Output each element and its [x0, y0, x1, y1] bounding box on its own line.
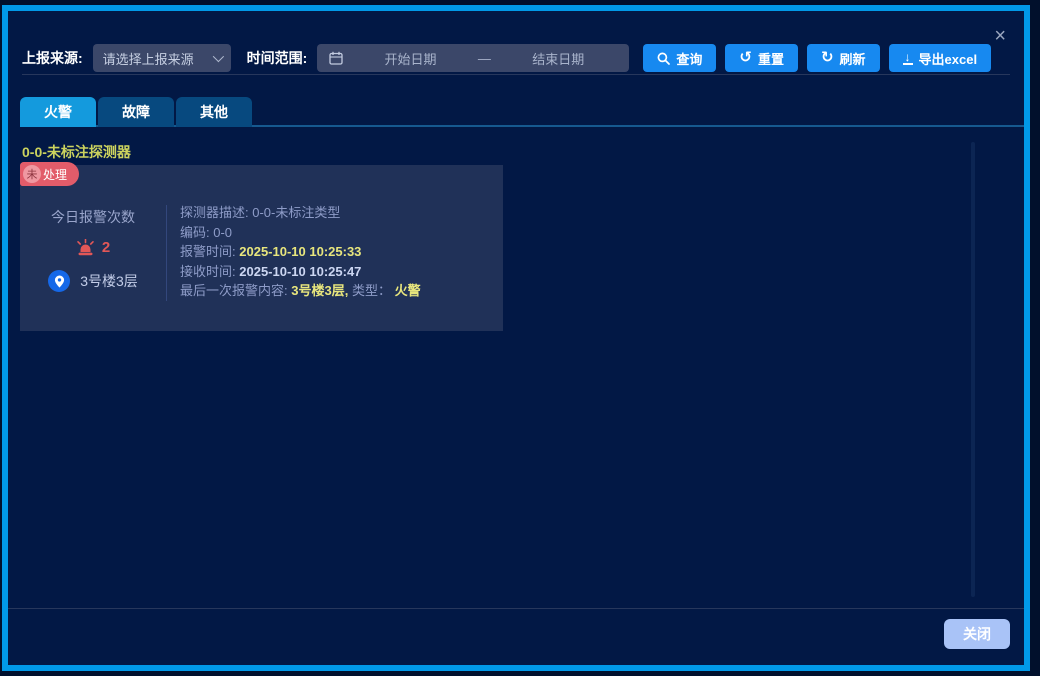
report-source-label: 上报来源:	[22, 48, 83, 68]
tab-fault[interactable]: 故障	[98, 97, 174, 127]
alarm-summary: 今日报警次数 2 3号楼3层	[20, 197, 166, 292]
export-excel-button-label: 导出excel	[919, 49, 978, 68]
date-range-separator: —	[470, 51, 500, 66]
scrollbar-track[interactable]	[971, 142, 975, 597]
detector-description-value: 0-0-未标注类型	[252, 205, 340, 220]
close-icon[interactable]: ×	[994, 28, 1006, 44]
location-text: 3号楼3层	[80, 271, 138, 291]
tab-other[interactable]: 其他	[176, 97, 252, 127]
card-divider	[166, 205, 167, 301]
siren-alarm-icon	[76, 239, 95, 256]
footer-divider	[8, 608, 1024, 609]
refresh-icon: ↻	[821, 51, 834, 65]
refresh-button-label: 刷新	[840, 49, 866, 68]
alarm-time-value: 2025-10-10 10:25:33	[239, 244, 361, 259]
detail-row-receive-time: 接收时间: 2025-10-10 10:25:47	[180, 262, 421, 282]
search-icon	[657, 52, 670, 65]
end-date-placeholder[interactable]: 结束日期	[499, 49, 617, 68]
time-range-label: 时间范围:	[247, 48, 308, 68]
detail-row-last-content: 最后一次报警内容: 3号楼3层, 类型： 火警	[180, 281, 421, 301]
detail-row-alarm-time: 报警时间: 2025-10-10 10:25:33	[180, 242, 421, 262]
close-button[interactable]: 关闭	[944, 619, 1010, 649]
alarm-details: 探测器描述: 0-0-未标注类型 编码: 0-0 报警时间: 2025-10-1…	[180, 203, 421, 301]
alarm-card[interactable]: 未 处理 今日报警次数 2	[20, 165, 503, 331]
location-pin-icon	[48, 270, 70, 292]
reset-button-label: 重置	[758, 49, 784, 68]
status-badge-circle: 未	[23, 165, 41, 183]
report-source-select[interactable]: 请选择上报来源	[93, 44, 231, 72]
status-badge-label: 处理	[43, 166, 67, 183]
today-count-label: 今日报警次数	[51, 207, 135, 227]
detector-title: 0-0-未标注探测器	[22, 142, 131, 162]
tab-fire-alarm[interactable]: 火警	[20, 97, 96, 127]
download-icon: ↓	[903, 52, 913, 65]
date-range-input[interactable]: 开始日期 — 结束日期	[317, 44, 629, 72]
header-divider	[22, 74, 1010, 75]
refresh-button[interactable]: ↻ 刷新	[807, 44, 880, 72]
last-alarm-location-value: 3号楼3层,	[291, 283, 348, 298]
chevron-down-icon	[212, 51, 223, 62]
query-button-label: 查询	[676, 49, 702, 68]
alarm-dialog: × 上报来源: 请选择上报来源 时间范围: 开始日期 — 结束日期	[2, 5, 1030, 671]
report-source-placeholder: 请选择上报来源	[103, 49, 207, 68]
alarm-type-tabs: 火警 故障 其他	[20, 97, 1024, 127]
detector-code-value: 0-0	[213, 225, 232, 240]
status-badge: 未 处理	[20, 162, 79, 186]
query-button[interactable]: 查询	[643, 44, 716, 72]
calendar-icon	[329, 51, 343, 65]
detail-row-code: 编码: 0-0	[180, 223, 421, 243]
reset-button[interactable]: ↺ 重置	[725, 44, 798, 72]
detail-row-description: 探测器描述: 0-0-未标注类型	[180, 203, 421, 223]
receive-time-value: 2025-10-10 10:25:47	[239, 264, 361, 279]
filter-bar: 上报来源: 请选择上报来源 时间范围: 开始日期 — 结束日期	[22, 44, 1010, 72]
today-count-value: 2	[102, 239, 110, 256]
reset-icon: ↺	[739, 51, 752, 65]
last-alarm-type-value: 火警	[395, 283, 421, 298]
start-date-placeholder[interactable]: 开始日期	[351, 49, 469, 68]
export-excel-button[interactable]: ↓ 导出excel	[889, 44, 992, 72]
